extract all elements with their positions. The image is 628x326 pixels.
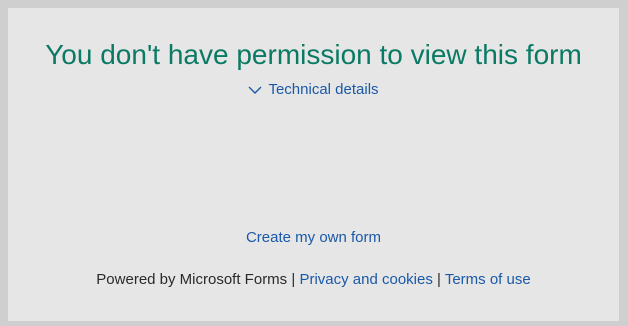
technical-details-label: Technical details	[268, 81, 379, 98]
create-my-own-form-link[interactable]: Create my own form	[246, 229, 381, 246]
page-title: You don't have permission to view this f…	[45, 39, 582, 70]
footer-separator: |	[437, 271, 441, 288]
powered-by-text: Powered by Microsoft Forms	[96, 271, 288, 288]
privacy-and-cookies-link[interactable]: Privacy and cookies	[299, 271, 432, 288]
chevron-down-icon	[248, 85, 262, 95]
footer: Powered by Microsoft Forms | Privacy and…	[8, 270, 619, 290]
footer-separator: |	[291, 271, 296, 288]
technical-details-toggle[interactable]: Technical details	[8, 80, 619, 100]
create-form-row: Create my own form	[8, 228, 619, 248]
form-error-panel: You don't have permission to view this f…	[8, 8, 619, 321]
terms-of-use-link[interactable]: Terms of use	[445, 271, 531, 288]
